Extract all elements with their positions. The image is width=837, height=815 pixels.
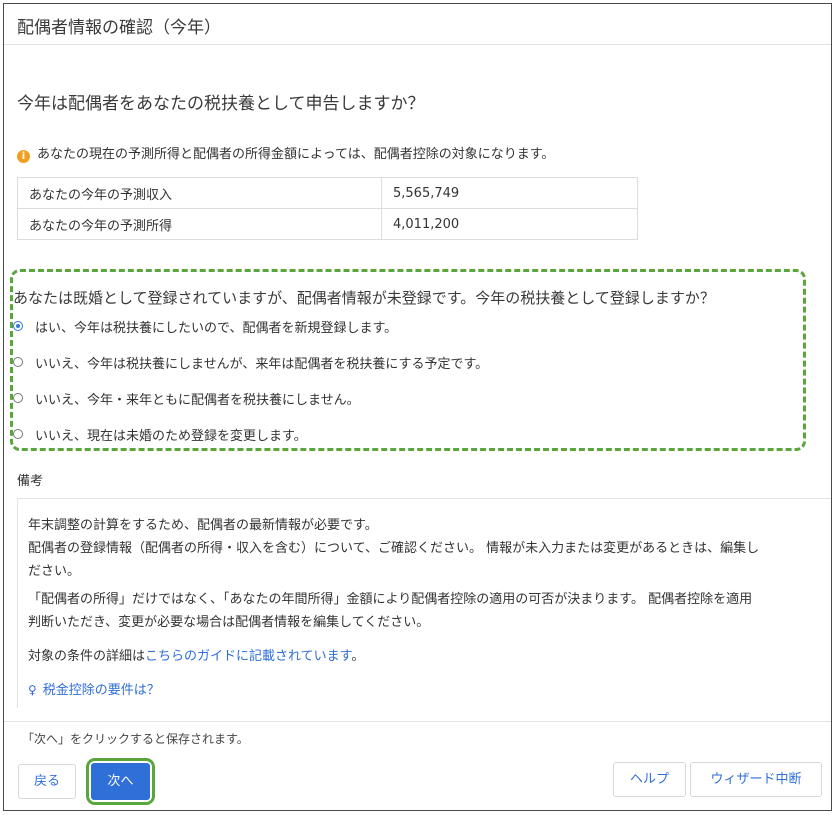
- note-line: 年末調整の計算をするため、配偶者の最新情報が必要です。: [28, 518, 378, 533]
- save-note: 「次へ」をクリックすると保存されます。: [22, 732, 249, 746]
- radio-button[interactable]: [13, 429, 23, 439]
- wizard-dialog: 配偶者情報の確認（今年） 今年は配偶者をあなたの税扶養として申告しますか？ iあ…: [3, 3, 832, 811]
- table-row: あなたの今年の予測収入 5,565,749: [17, 177, 638, 209]
- guide-note: 対象の条件の詳細はこちらのガイドに記載されています。: [28, 645, 364, 664]
- radio-option-unmarried[interactable]: いいえ、現在は未婚のため登録を変更します。: [13, 424, 307, 444]
- table-row: あなたの今年の予測所得 4,011,200: [17, 208, 638, 240]
- income-table: あなたの今年の予測収入 5,565,749 あなたの今年の予測所得 4,011,…: [17, 177, 638, 240]
- next-button[interactable]: 次へ: [91, 763, 150, 800]
- radio-option-next-year[interactable]: いいえ、今年は税扶養にしませんが、来年は配偶者を税扶養にする予定です。: [13, 352, 488, 372]
- radio-button[interactable]: [13, 357, 23, 367]
- main-question: 今年は配偶者をあなたの税扶養として申告しますか？: [17, 94, 425, 114]
- radio-label: いいえ、今年は税扶養にしませんが、来年は配偶者を税扶養にする予定です。: [35, 356, 489, 372]
- info-message: i あなたの現在の予測所得と配偶者の所得金額によっては、配偶者控除の対象になります…: [17, 143, 554, 163]
- radio-label: はい、今年は税扶養にしたいので、配偶者を新規登録します。: [35, 320, 398, 336]
- table-cell-label: あなたの今年の予測収入: [17, 177, 382, 209]
- guide-prefix: 対象の条件の詳細は: [28, 649, 146, 664]
- note-line: ださい。: [28, 564, 81, 579]
- radio-button[interactable]: [13, 393, 23, 403]
- tip-link-label: 税金控除の要件は？: [42, 683, 160, 698]
- guide-link[interactable]: こちらのガイドに記載されています: [145, 649, 351, 664]
- page-title: 配偶者情報の確認（今年）: [17, 18, 221, 38]
- tax-deduction-tip-link[interactable]: ♀ 税金控除の要件は？: [28, 679, 160, 698]
- table-cell-value: 5,565,749: [381, 177, 638, 209]
- info-text: あなたの現在の予測所得と配偶者の所得金額によっては、配偶者控除の対象になります。: [37, 147, 555, 162]
- radio-label: いいえ、今年・来年ともに配偶者を税扶養にしません。: [35, 392, 360, 408]
- radio-label: いいえ、現在は未婚のため登録を変更します。: [35, 428, 307, 444]
- info-icon: i: [17, 150, 30, 163]
- lightbulb-icon: ♀: [28, 683, 37, 697]
- table-cell-label: あなたの今年の予測所得: [17, 208, 382, 240]
- abort-wizard-button[interactable]: ウィザード中断: [690, 762, 822, 797]
- table-cell-value: 4,011,200: [381, 208, 638, 240]
- radio-button-selected[interactable]: [13, 321, 23, 331]
- guide-suffix: 。: [351, 649, 365, 664]
- notes-label: 備考: [17, 474, 44, 489]
- spouse-question: あなたは既婚として登録されていますが、配偶者情報が未登録です。今年の税扶養として…: [13, 289, 715, 307]
- note-line: 判断いただき、変更が必要な場合は配偶者情報を編集してください。: [28, 615, 430, 630]
- note-line: 「配偶者の所得」だけではなく、「あなたの年間所得」金額により配偶者控除の適用の可…: [28, 592, 753, 607]
- radio-option-yes-register[interactable]: はい、今年は税扶養にしたいので、配偶者を新規登録します。: [13, 316, 397, 336]
- back-button[interactable]: 戻る: [18, 764, 76, 799]
- note-line: 配偶者の登録情報（配偶者の所得・収入を含む）について、ご確認ください。 情報が未…: [28, 541, 760, 556]
- help-button[interactable]: ヘルプ: [613, 762, 686, 797]
- dialog-header: 配偶者情報の確認（今年）: [4, 4, 831, 45]
- radio-option-no-both-years[interactable]: いいえ、今年・来年ともに配偶者を税扶養にしません。: [13, 388, 360, 408]
